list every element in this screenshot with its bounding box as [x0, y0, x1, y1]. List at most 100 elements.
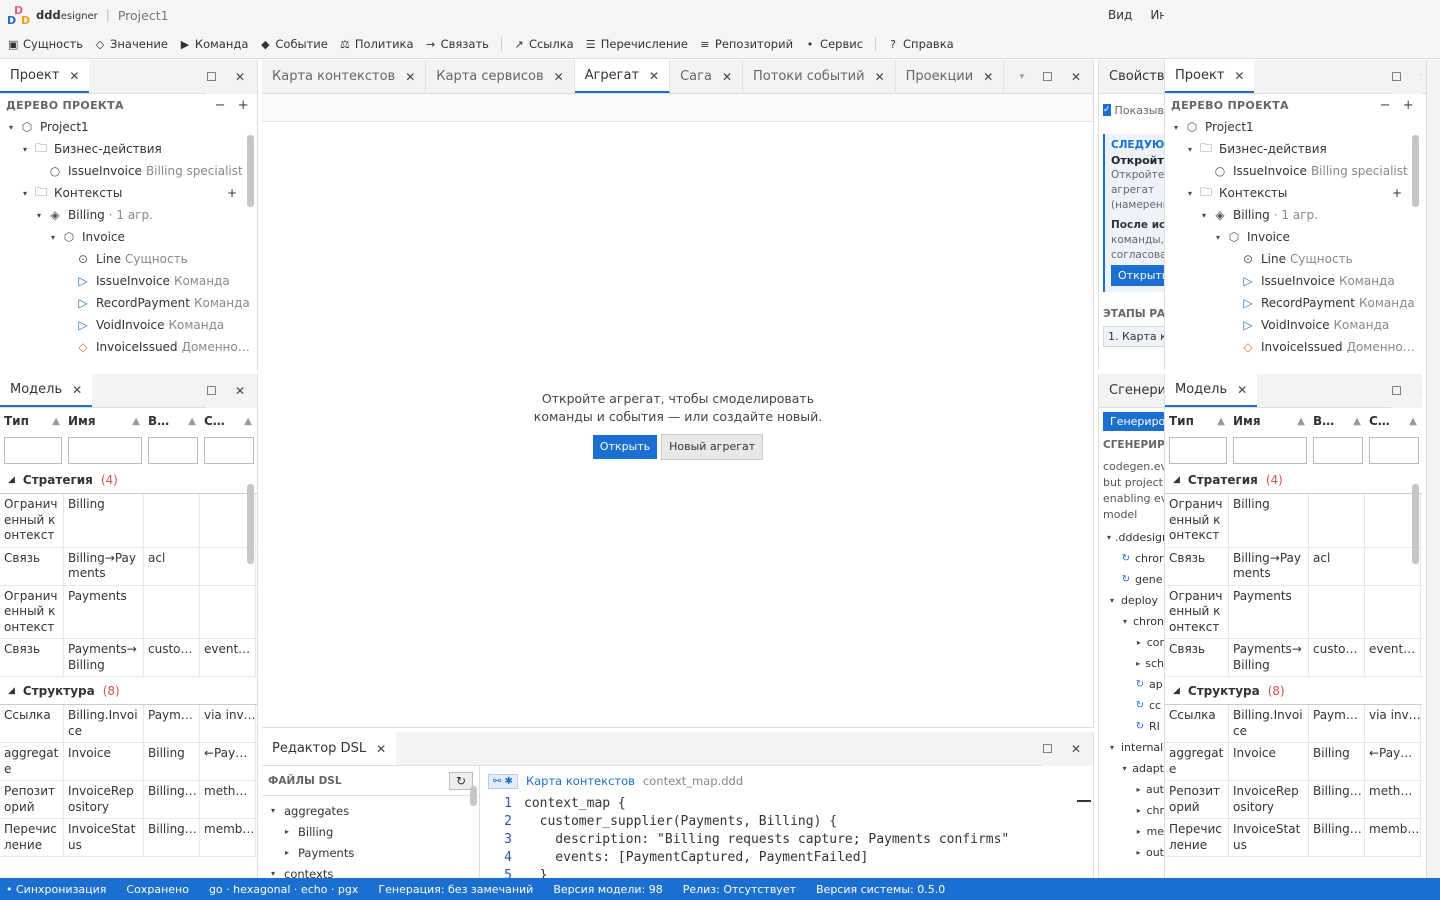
tree-item[interactable]: ▷ RecordPayment Команда	[0, 292, 257, 314]
caret-icon[interactable]: ▾	[1185, 145, 1195, 154]
caret-icon[interactable]: ◢	[8, 686, 15, 696]
gen-tree-item[interactable]: ▸ cor	[1103, 632, 1164, 653]
dsl-file-item[interactable]: ▸ Billing	[262, 821, 479, 842]
tree-item[interactable]: ○ IssueInvoice Billing specialist	[1165, 160, 1422, 182]
menu-tools[interactable]: Инструменты	[1150, 8, 1164, 22]
tab-generated[interactable]: Сгенерир	[1099, 374, 1168, 407]
filter-input[interactable]	[1369, 436, 1419, 464]
filter-input[interactable]	[1169, 436, 1227, 464]
tree-item[interactable]: ▷ IssueInvoice Команда	[0, 270, 257, 292]
caret-icon[interactable]: ▸	[1135, 659, 1141, 668]
close-icon[interactable]: ✕	[1071, 70, 1081, 84]
stage-item[interactable]: 1. Карта к	[1103, 326, 1167, 347]
dsl-file-item[interactable]: ▸ Payments	[262, 842, 479, 863]
menu-view[interactable]: Вид	[1108, 8, 1132, 22]
table-row[interactable]: aggregate Invoice Billing ←Pay…	[0, 743, 257, 781]
crumb-main[interactable]: Карта контекстов	[526, 774, 635, 788]
table-row[interactable]: aggregate Invoice Billing ←Pay…	[1165, 743, 1422, 781]
table-row[interactable]: Ограниченный контекст Payments	[0, 585, 257, 639]
filter-input[interactable]	[148, 436, 198, 464]
column-header[interactable]: С… ▲	[1365, 414, 1421, 428]
close-icon[interactable]: ✕	[1234, 69, 1244, 83]
table-row[interactable]: Ограниченный контекст Billing	[1165, 494, 1422, 548]
caret-icon[interactable]: ▾	[1213, 233, 1223, 242]
gen-tree-item[interactable]: ↻ RI	[1103, 716, 1164, 737]
close-icon[interactable]: ✕	[405, 70, 415, 84]
tab-model[interactable]: Модель ✕	[0, 374, 93, 407]
table-row[interactable]: Связь Billing→Payments acl	[0, 547, 257, 586]
new-aggregate-button[interactable]: Новый агрегат	[661, 434, 764, 460]
caret-icon[interactable]: ↻	[1135, 679, 1145, 690]
gen-tree-item[interactable]: ▸ me	[1103, 821, 1164, 842]
tree-item[interactable]: ▾ ⬡ Project1	[0, 116, 257, 138]
toolbar-square-button[interactable]: ▣ Сущность	[8, 37, 83, 51]
caret-icon[interactable]: ◢	[1173, 475, 1180, 485]
table-row[interactable]: Ограниченный контекст Payments	[1165, 585, 1422, 639]
tab-1[interactable]: Карта сервисов ✕	[426, 60, 575, 93]
column-header[interactable]: В… ▲	[144, 414, 200, 428]
tab-4[interactable]: Потоки событий ✕	[743, 60, 896, 93]
column-header[interactable]: С… ▲	[200, 414, 256, 428]
sort-arrow-icon[interactable]: ▲	[188, 416, 196, 427]
table-row[interactable]: Репозиторий InvoiceRepository Billing… meth…	[0, 781, 257, 819]
filter-input[interactable]	[1313, 436, 1363, 464]
tab-0[interactable]: Карта контекстов ✕	[262, 60, 427, 93]
toolbar-arrow-up-right-button[interactable]: ↗ Ссылка	[514, 37, 573, 51]
caret-icon[interactable]: ▸	[282, 848, 292, 857]
gen-tree-item[interactable]: ↻ gene	[1103, 569, 1164, 590]
tree-item[interactable]: ⊙ Line Сущность	[1165, 248, 1422, 270]
tree-item[interactable]: ▾ ◈ Billing · 1 агр.	[1165, 204, 1422, 226]
add-button[interactable]: +	[1403, 98, 1414, 113]
caret-icon[interactable]: ↻	[1135, 721, 1145, 732]
table-row[interactable]: Перечисление InvoiceStatus Billing… memb…	[1165, 819, 1422, 857]
tree-item[interactable]: ▾ ◈ Billing · 1 агр.	[0, 204, 257, 226]
tab-model[interactable]: Модель ✕	[1165, 374, 1258, 407]
toolbar-dot-button[interactable]: • Сервис	[805, 37, 863, 51]
caret-icon[interactable]: ▾	[1107, 596, 1117, 605]
caret-icon[interactable]: ↻	[1121, 574, 1131, 585]
caret-icon[interactable]: ▾	[1185, 189, 1195, 198]
maximize-icon[interactable]: ☐	[1042, 70, 1053, 84]
scrollbar[interactable]	[247, 484, 254, 564]
column-header[interactable]: Тип ▲	[1165, 414, 1229, 428]
column-header[interactable]: Имя ▲	[64, 414, 144, 428]
table-row[interactable]: Связь Payments→Billing custo… event…	[1165, 639, 1422, 677]
close-icon[interactable]: ✕	[1420, 384, 1422, 398]
toolbar-db-button[interactable]: ≡ Репозиторий	[700, 37, 793, 51]
tree-item[interactable]: ▷ VoidInvoice Команда	[1165, 314, 1422, 336]
group-header[interactable]: ◢ Структура (8)	[0, 677, 257, 705]
gen-tree-item[interactable]: ▾ deploy	[1103, 590, 1164, 611]
tree-item[interactable]: ▾ 🗀 Контексты +	[1165, 182, 1422, 204]
sort-arrow-icon[interactable]: ▲	[244, 416, 252, 427]
caret-icon[interactable]: ▾	[1107, 533, 1111, 542]
caret-icon[interactable]: ▾	[1121, 617, 1129, 626]
tab-3[interactable]: Сага ✕	[670, 60, 744, 93]
tree-item[interactable]: ○ IssueInvoice Billing specialist	[0, 160, 257, 182]
gen-tree-item[interactable]: ▾ .dddesign	[1103, 527, 1168, 548]
group-header[interactable]: ◢ Стратегия (4)	[1165, 466, 1422, 494]
collapse-all-button[interactable]: −	[215, 98, 226, 113]
close-icon[interactable]: ✕	[1071, 742, 1081, 756]
tree-item[interactable]: ▾ ⬡ Invoice	[1165, 226, 1422, 248]
tab-2[interactable]: Агрегат ✕	[574, 60, 671, 93]
caret-icon[interactable]: ▾	[34, 211, 44, 220]
gen-tree-item[interactable]: ▸ aut	[1103, 779, 1164, 800]
gen-tree-item[interactable]: ↻ ap	[1103, 674, 1164, 695]
toolbar-list-button[interactable]: ☰ Перечисление	[586, 37, 688, 51]
sort-arrow-icon[interactable]: ▲	[1353, 416, 1361, 427]
scrollbar[interactable]	[1412, 135, 1419, 207]
tab-project[interactable]: Проект ✕	[0, 60, 90, 93]
tree-item[interactable]: ▷ RecordPayment Команда	[1165, 292, 1422, 314]
filter-input[interactable]	[68, 436, 142, 464]
caret-icon[interactable]: ▾	[1121, 764, 1128, 773]
tree-item[interactable]: ▾ ⬡ Project1	[1165, 116, 1422, 138]
dsl-file-item[interactable]: ▾ aggregates	[262, 800, 479, 821]
dsl-file-item[interactable]: ▾ contexts	[262, 863, 479, 879]
tree-item[interactable]: ◇ InvoiceIssued Доменно…	[0, 336, 257, 358]
tree-item[interactable]: ◇ InvoiceIssued Доменно…	[1165, 336, 1422, 358]
table-row[interactable]: Перечисление InvoiceStatus Billing… memb…	[0, 819, 257, 857]
caret-icon[interactable]: ▾	[268, 806, 278, 815]
caret-icon[interactable]: ▸	[282, 827, 292, 836]
maximize-icon[interactable]: ☐	[206, 384, 217, 398]
maximize-icon[interactable]: ☐	[206, 70, 217, 84]
